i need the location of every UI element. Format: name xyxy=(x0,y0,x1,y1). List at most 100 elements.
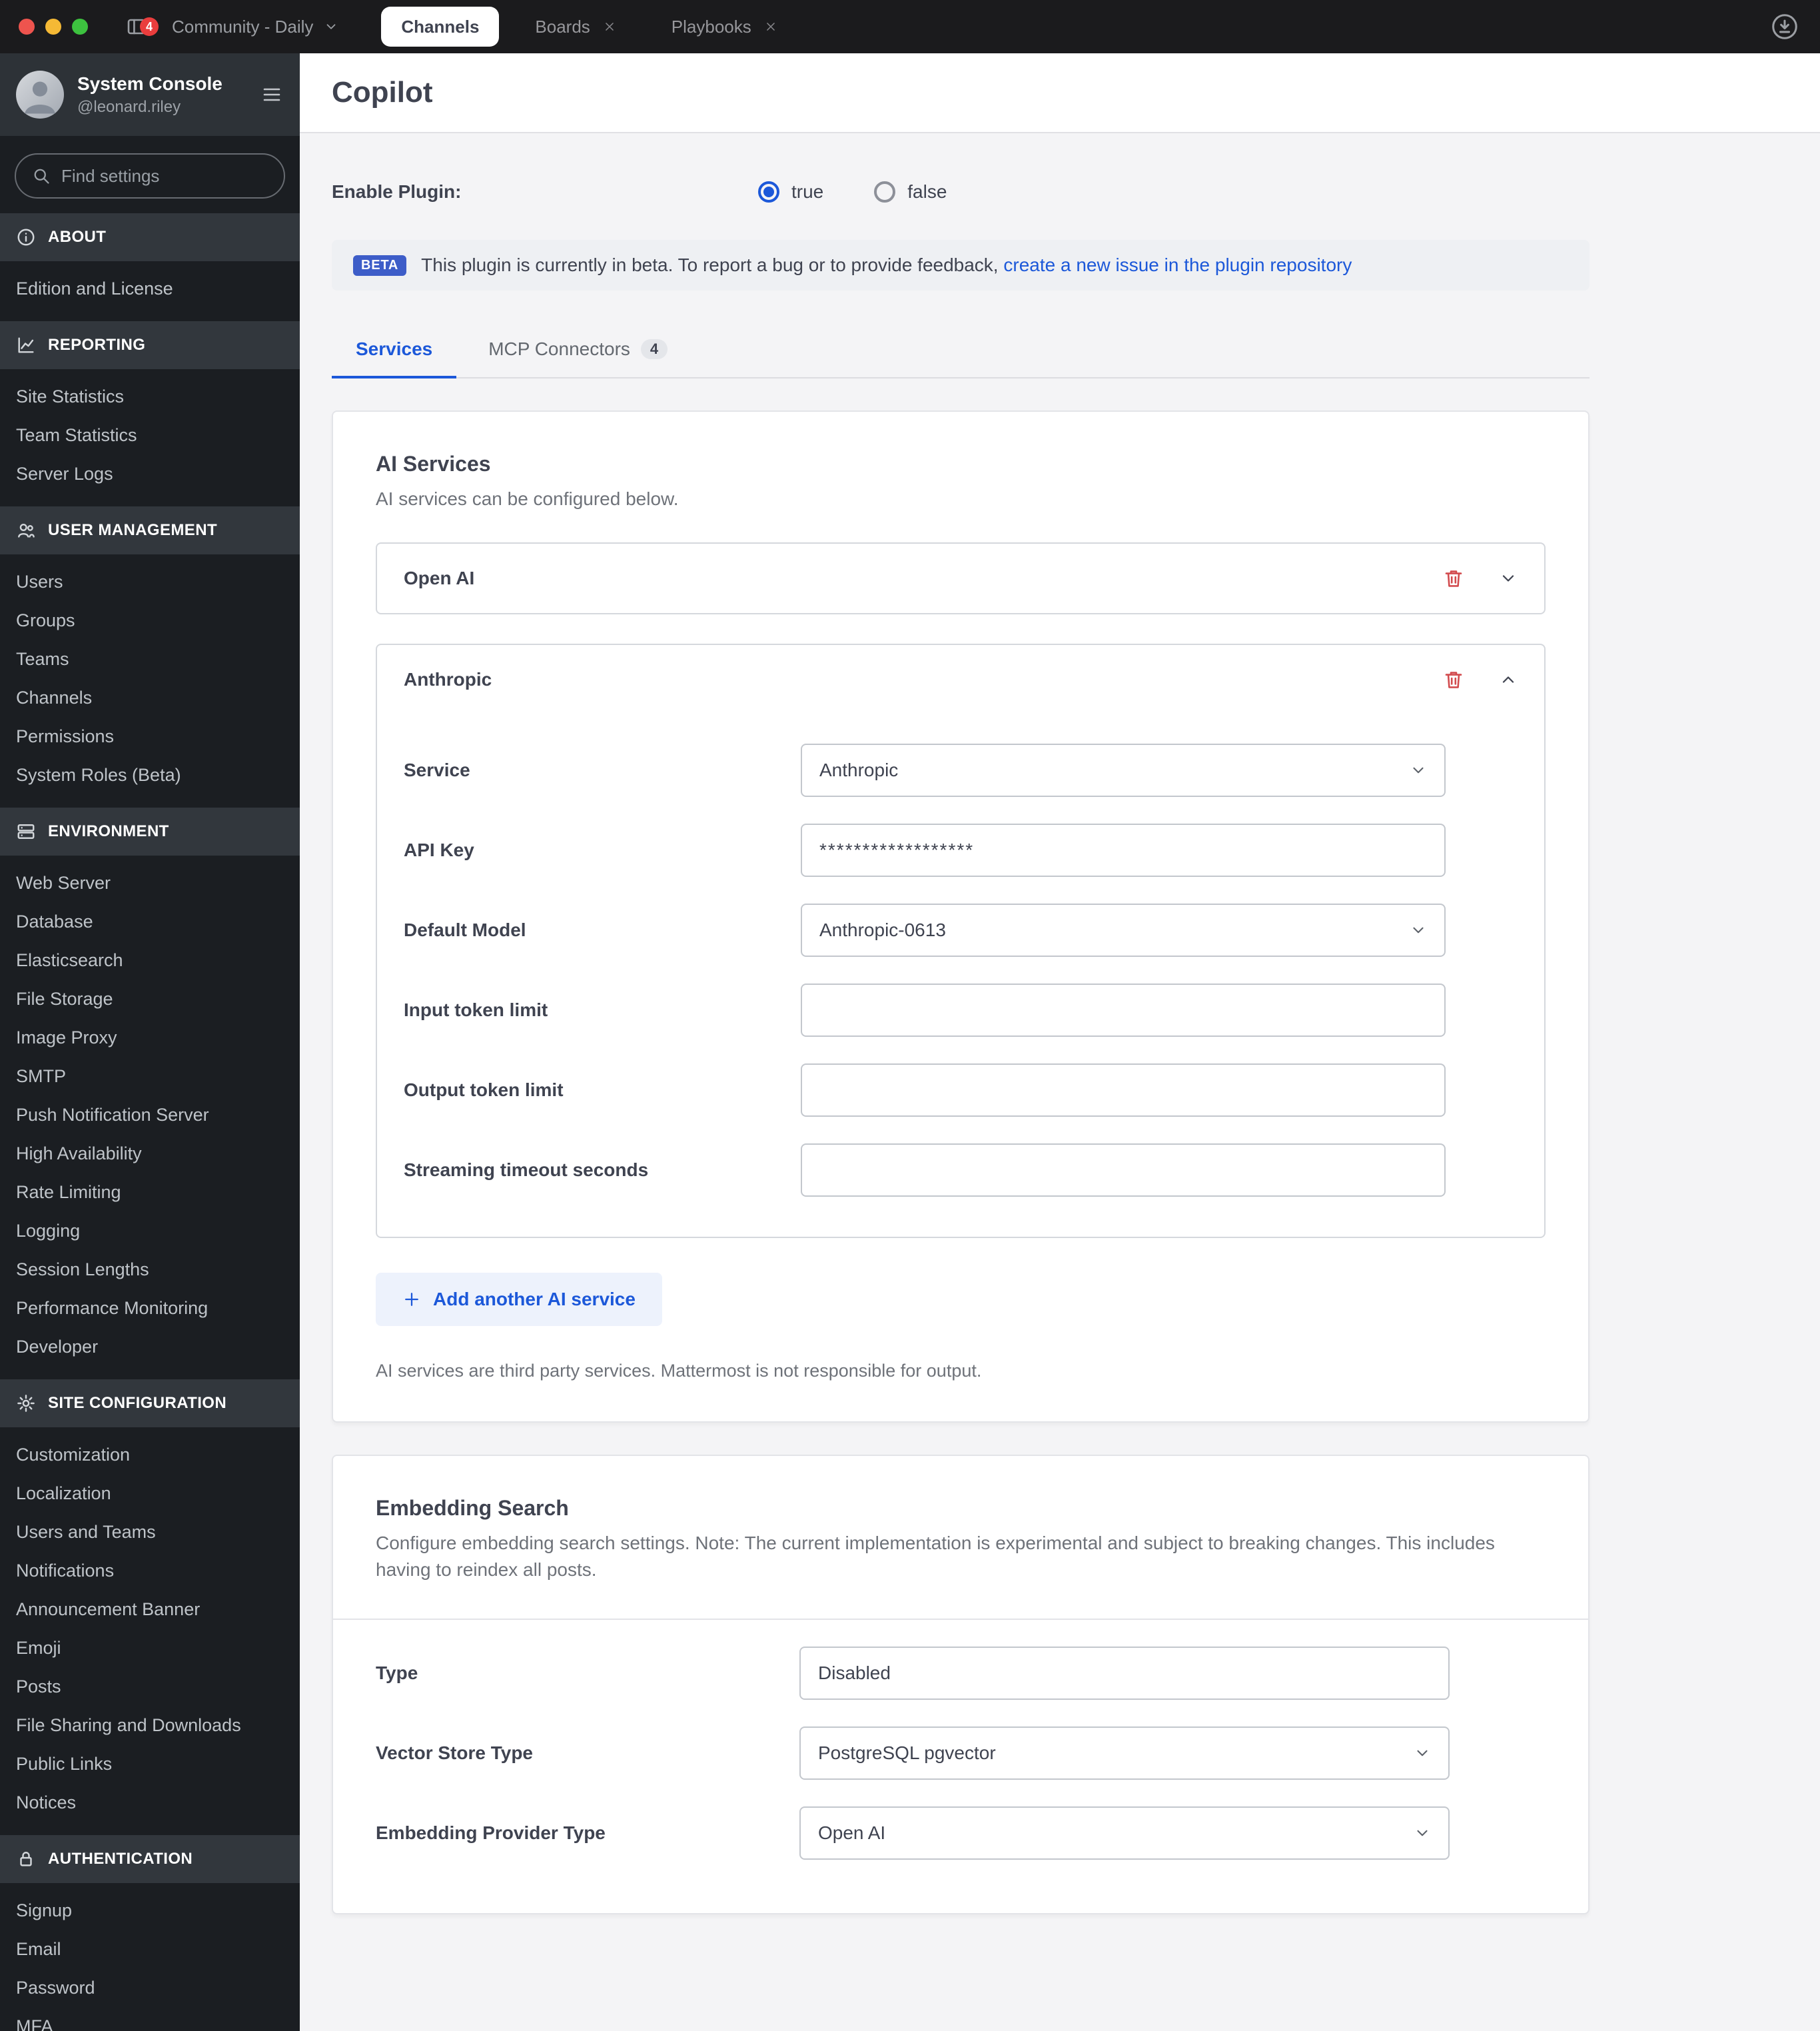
chevron-up-icon[interactable] xyxy=(1499,670,1518,689)
sidebar-item-emoji[interactable]: Emoji xyxy=(0,1629,300,1667)
window-titlebar: 4 Community - Daily Channels Boards Playbo… xyxy=(0,0,1820,53)
menu-icon[interactable] xyxy=(260,84,284,105)
page-title: Copilot xyxy=(332,76,433,109)
panel-header-anthropic[interactable]: Anthropic xyxy=(377,645,1544,714)
form-field-vector-store-type: Vector Store Type PostgreSQL pgvector xyxy=(376,1713,1546,1793)
unread-badge: 4 xyxy=(140,17,159,36)
sidebar-item-teams[interactable]: Teams xyxy=(0,640,300,678)
avatar xyxy=(16,71,64,119)
select-value: Anthropic-0613 xyxy=(819,919,946,940)
field-label: Service xyxy=(404,759,470,780)
enable-plugin-row: Enable Plugin: true false xyxy=(332,181,1590,203)
form-field-input-token-limit: Input token limit xyxy=(377,970,1544,1050)
sidebar-item-password[interactable]: Password xyxy=(0,1968,300,2007)
embedding-search-description: Configure embedding search settings. Not… xyxy=(376,1532,1495,1581)
streaming-timeout-seconds-input[interactable] xyxy=(801,1143,1446,1197)
team-name: Community - Daily xyxy=(172,16,314,37)
ai-services-subtitle: AI services can be configured below. xyxy=(376,488,679,509)
sidebar-item-logging[interactable]: Logging xyxy=(0,1211,300,1250)
tab-mcp-connectors[interactable]: MCP Connectors 4 xyxy=(464,325,691,377)
select-value: Anthropic xyxy=(819,759,899,780)
input-token-limit-input[interactable] xyxy=(801,983,1446,1037)
sidebar-item-notifications[interactable]: Notifications xyxy=(0,1551,300,1590)
sidebar-item-groups[interactable]: Groups xyxy=(0,601,300,640)
sidebar-item-users-and-teams[interactable]: Users and Teams xyxy=(0,1513,300,1551)
console-title: System Console xyxy=(77,73,223,94)
sidebar-item-notices[interactable]: Notices xyxy=(0,1783,300,1822)
sidebar-item-email[interactable]: Email xyxy=(0,1930,300,1968)
chevron-down-icon[interactable] xyxy=(1499,569,1518,588)
team-switcher[interactable]: 4 Community - Daily xyxy=(125,16,338,37)
api-key-input[interactable] xyxy=(801,823,1446,877)
radio-false[interactable]: false xyxy=(874,181,947,203)
form-field-type: Type xyxy=(376,1633,1546,1713)
sidebar-item-elasticsearch[interactable]: Elasticsearch xyxy=(0,941,300,980)
window-tabs: Channels Boards Playbooks xyxy=(381,7,796,47)
sidebar-item-push-notification-server[interactable]: Push Notification Server xyxy=(0,1095,300,1134)
close-tab-icon[interactable] xyxy=(604,21,616,33)
beta-repository-link[interactable]: create a new issue in the plugin reposit… xyxy=(1003,255,1352,275)
radio-true[interactable]: true xyxy=(758,181,823,203)
sidebar-item-customization[interactable]: Customization xyxy=(0,1435,300,1474)
sidebar-item-localization[interactable]: Localization xyxy=(0,1474,300,1513)
download-icon[interactable] xyxy=(1771,13,1799,41)
sidebar-item-edition-and-license[interactable]: Edition and License xyxy=(0,269,300,308)
ai-service-fields: Service Anthropic API Key Default Model Anth… xyxy=(377,714,1544,1237)
close-tab-icon[interactable] xyxy=(765,21,777,33)
sidebar-item-server-logs[interactable]: Server Logs xyxy=(0,454,300,493)
radio-true-circle xyxy=(758,181,779,203)
sidebar-item-high-availability[interactable]: High Availability xyxy=(0,1134,300,1173)
divider xyxy=(333,1618,1588,1620)
sidebar-item-signup[interactable]: Signup xyxy=(0,1891,300,1930)
add-ai-service-button[interactable]: Add another AI service xyxy=(376,1272,662,1326)
window-tab-playbooks[interactable]: Playbooks xyxy=(652,7,797,47)
plugin-tabs: Services MCP Connectors 4 xyxy=(332,325,1590,378)
embedding-search-title: Embedding Search xyxy=(376,1495,569,1520)
sidebar-item-web-server[interactable]: Web Server xyxy=(0,864,300,902)
embedding-provider-type-select[interactable]: Open AI xyxy=(799,1806,1450,1860)
sidebar-item-file-storage[interactable]: File Storage xyxy=(0,980,300,1018)
vector-store-type-select[interactable]: PostgreSQL pgvector xyxy=(799,1726,1450,1780)
sidebar-item-site-statistics[interactable]: Site Statistics xyxy=(0,377,300,416)
maximize-window-button[interactable] xyxy=(72,19,88,35)
radio-true-label: true xyxy=(791,181,824,202)
sidebar-item-rate-limiting[interactable]: Rate Limiting xyxy=(0,1173,300,1211)
embedding-fields: Type Vector Store Type PostgreSQL pgvector… xyxy=(376,1633,1546,1873)
close-window-button[interactable] xyxy=(19,19,35,35)
sidebar-item-users[interactable]: Users xyxy=(0,562,300,601)
search-box[interactable] xyxy=(15,153,285,199)
window-tab-boards[interactable]: Boards xyxy=(515,7,635,47)
panel-title: Open AI xyxy=(404,567,475,588)
beta-badge: BETA xyxy=(353,255,407,276)
service-select[interactable]: Anthropic xyxy=(801,743,1446,797)
sidebar-item-public-links[interactable]: Public Links xyxy=(0,1744,300,1783)
sidebar-item-permissions[interactable]: Permissions xyxy=(0,717,300,756)
trash-icon[interactable] xyxy=(1443,669,1464,690)
sidebar-item-system-roles-beta[interactable]: System Roles (Beta) xyxy=(0,756,300,794)
sidebar-item-performance-monitoring[interactable]: Performance Monitoring xyxy=(0,1289,300,1327)
tab-services[interactable]: Services xyxy=(332,325,456,378)
sidebar-item-mfa[interactable]: MFA xyxy=(0,2007,300,2031)
sidebar-item-channels[interactable]: Channels xyxy=(0,678,300,717)
radio-false-label: false xyxy=(907,181,947,202)
sidebar-item-image-proxy[interactable]: Image Proxy xyxy=(0,1018,300,1057)
sidebar-section-header: ENVIRONMENT xyxy=(0,808,300,856)
sidebar-item-database[interactable]: Database xyxy=(0,902,300,941)
search-input[interactable] xyxy=(61,165,268,187)
trash-icon[interactable] xyxy=(1443,568,1464,589)
sidebar-section-site-configuration: SITE CONFIGURATION Customization Localizat… xyxy=(0,1379,300,1822)
type-input[interactable] xyxy=(799,1646,1450,1700)
sidebar-item-session-lengths[interactable]: Session Lengths xyxy=(0,1250,300,1289)
window-tab-channels[interactable]: Channels xyxy=(381,7,500,47)
sidebar-item-announcement-banner[interactable]: Announcement Banner xyxy=(0,1590,300,1629)
panel-header-openai[interactable]: Open AI xyxy=(377,544,1544,613)
sidebar-item-file-sharing-and-downloads[interactable]: File Sharing and Downloads xyxy=(0,1706,300,1744)
sidebar-item-developer[interactable]: Developer xyxy=(0,1327,300,1366)
sidebar-item-smtp[interactable]: SMTP xyxy=(0,1057,300,1095)
output-token-limit-input[interactable] xyxy=(801,1063,1446,1117)
minimize-window-button[interactable] xyxy=(45,19,61,35)
default-model-select[interactable]: Anthropic-0613 xyxy=(801,903,1446,957)
enable-plugin-label: Enable Plugin: xyxy=(332,181,462,202)
sidebar-item-posts[interactable]: Posts xyxy=(0,1667,300,1706)
sidebar-item-team-statistics[interactable]: Team Statistics xyxy=(0,416,300,454)
